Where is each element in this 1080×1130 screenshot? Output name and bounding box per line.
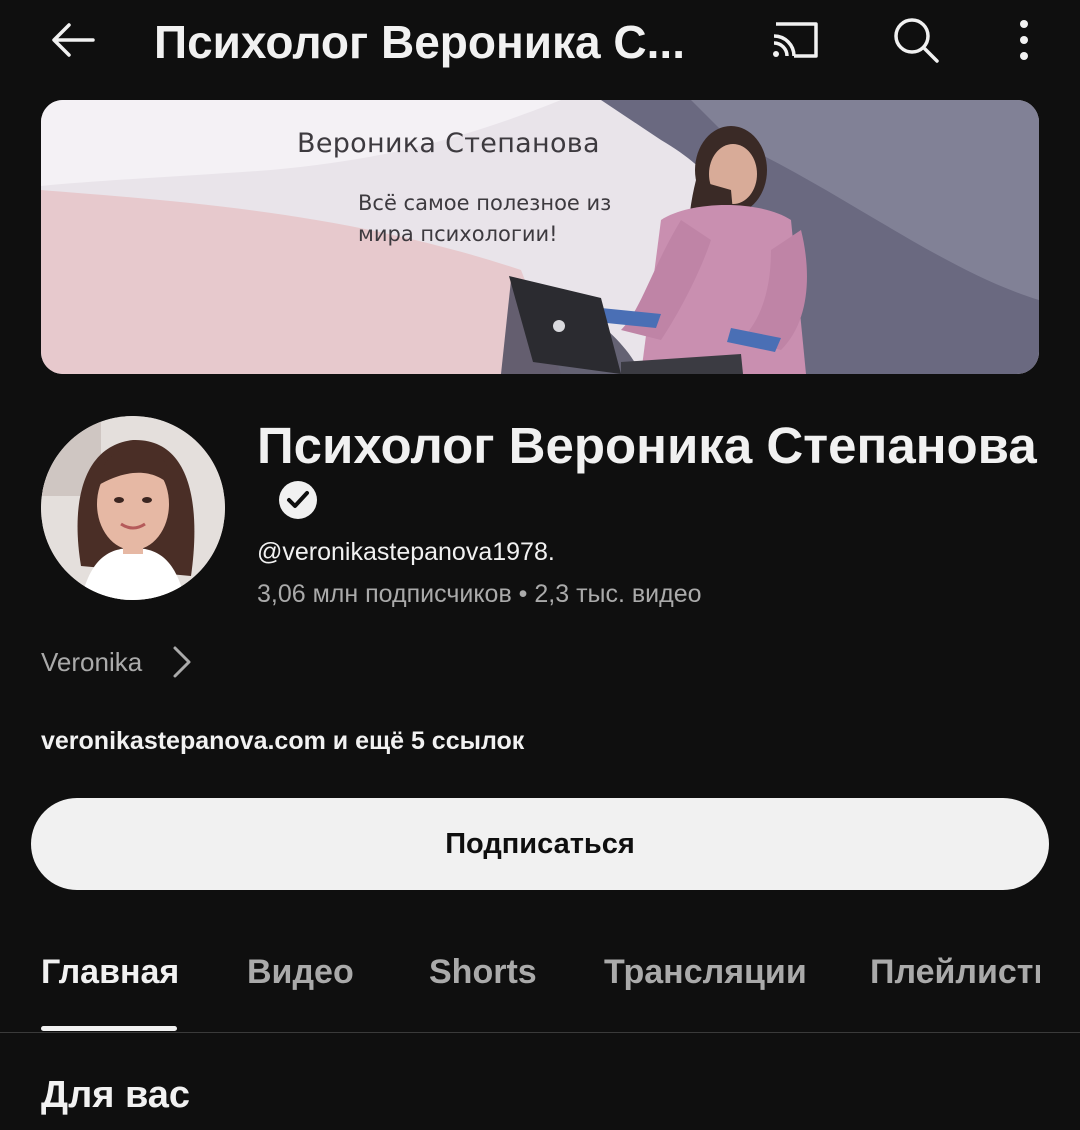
active-tab-indicator [41,1026,177,1031]
channel-avatar[interactable] [41,416,225,600]
back-arrow-icon [52,23,95,57]
avatar-image [41,416,225,600]
channel-tabs: Главная Видео Shorts Трансляции Плейлист… [0,940,1080,1033]
tab-home[interactable]: Главная [41,950,179,994]
channel-name: Психолог Вероника Степанова [257,417,1037,474]
channel-stats: 3,06 млн подписчиков • 2,3 тыс. видео [257,580,702,608]
channel-links[interactable]: veronikastepanova.com и ещё 5 ссылок [41,724,524,758]
more-options-button[interactable] [996,12,1052,68]
tabs-scroll-area: Главная Видео Shorts Трансляции Плейлист… [0,940,1040,1032]
verified-badge [278,480,318,520]
section-title: Для вас [41,1074,191,1116]
more-vert-icon [1020,20,1028,60]
search-button[interactable] [884,12,948,68]
search-icon [894,18,939,63]
top-bar-title: Психолог Вероника С... [154,16,685,68]
banner-tagline-text: Всё самое полезное из мира психологии! [358,191,612,246]
tab-live[interactable]: Трансляции [604,950,807,994]
verified-check-icon [279,481,317,519]
channel-handle: @veronikastepanova1978. [257,538,555,566]
channel-description: Veronika [41,646,143,677]
cast-button[interactable] [760,12,828,68]
channel-banner: Вероника Степанова Всё самое полезное из… [41,100,1039,374]
subscribe-button[interactable]: Подписаться [31,798,1049,890]
tab-playlists[interactable]: Плейлисты [870,950,1040,994]
tab-shorts[interactable]: Shorts [429,950,537,994]
chevron-right-icon [172,645,192,679]
top-app-bar: Психолог Вероника С... [0,0,1080,84]
cast-icon [773,22,818,58]
tab-videos[interactable]: Видео [247,950,354,994]
back-button[interactable] [40,12,104,68]
banner-name-text: Вероника Степанова [297,128,600,159]
channel-description-row[interactable]: Veronika [41,640,192,684]
